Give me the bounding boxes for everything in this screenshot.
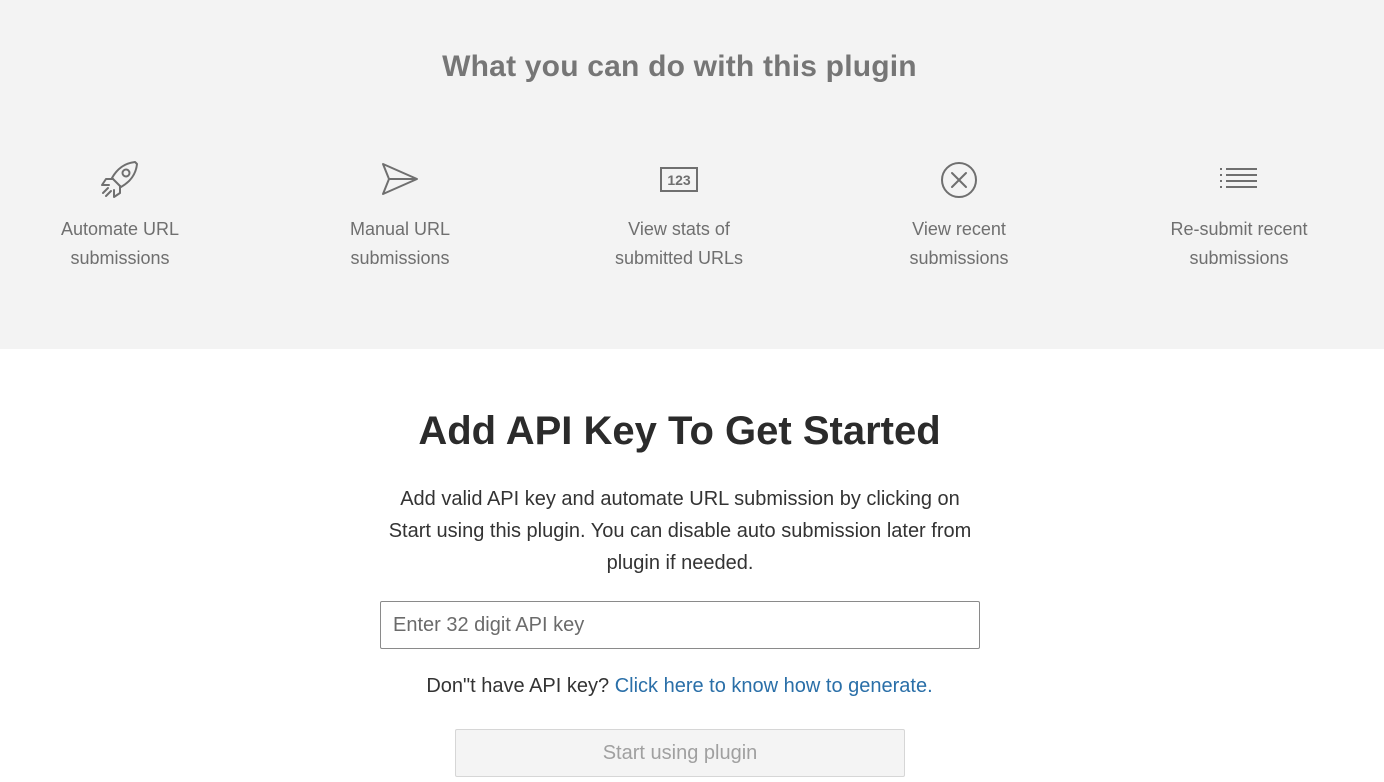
main-title: Add API Key To Get Started bbox=[418, 409, 941, 453]
feature-resubmit: Re-submit recent submissions bbox=[1129, 158, 1349, 273]
help-line: Don"t have API key? Click here to know h… bbox=[0, 675, 1359, 698]
svg-text:123: 123 bbox=[667, 172, 691, 188]
feature-label: Manual URL submissions bbox=[349, 219, 451, 268]
feature-automate: Automate URL submissions bbox=[10, 158, 230, 273]
feature-stats: 123 View stats of submitted URLs bbox=[569, 158, 789, 273]
feature-manual: Manual URL submissions bbox=[290, 158, 510, 273]
features-section: What you can do with this plugin Automat… bbox=[0, 0, 1384, 349]
send-icon bbox=[290, 158, 510, 202]
feature-label: View stats of submitted URLs bbox=[614, 219, 744, 268]
feature-label: View recent submissions bbox=[909, 219, 1009, 268]
main-section: Add API Key To Get Started Add valid API… bbox=[0, 349, 1384, 782]
feature-recent: View recent submissions bbox=[849, 158, 1069, 273]
api-key-input[interactable] bbox=[380, 601, 980, 649]
main-description: Add valid API key and automate URL submi… bbox=[388, 488, 972, 574]
help-text: Don"t have API key? bbox=[426, 675, 610, 697]
rocket-icon bbox=[10, 158, 230, 202]
numbers-123-icon: 123 bbox=[569, 158, 789, 202]
circle-x-icon bbox=[849, 158, 1069, 202]
generate-key-link[interactable]: Click here to know how to generate. bbox=[615, 675, 933, 697]
feature-label: Re-submit recent submissions bbox=[1170, 219, 1308, 268]
list-icon bbox=[1129, 158, 1349, 202]
start-using-plugin-button[interactable]: Start using plugin bbox=[455, 729, 905, 777]
feature-label: Automate URL submissions bbox=[60, 219, 180, 268]
features-title: What you can do with this plugin bbox=[442, 50, 917, 83]
